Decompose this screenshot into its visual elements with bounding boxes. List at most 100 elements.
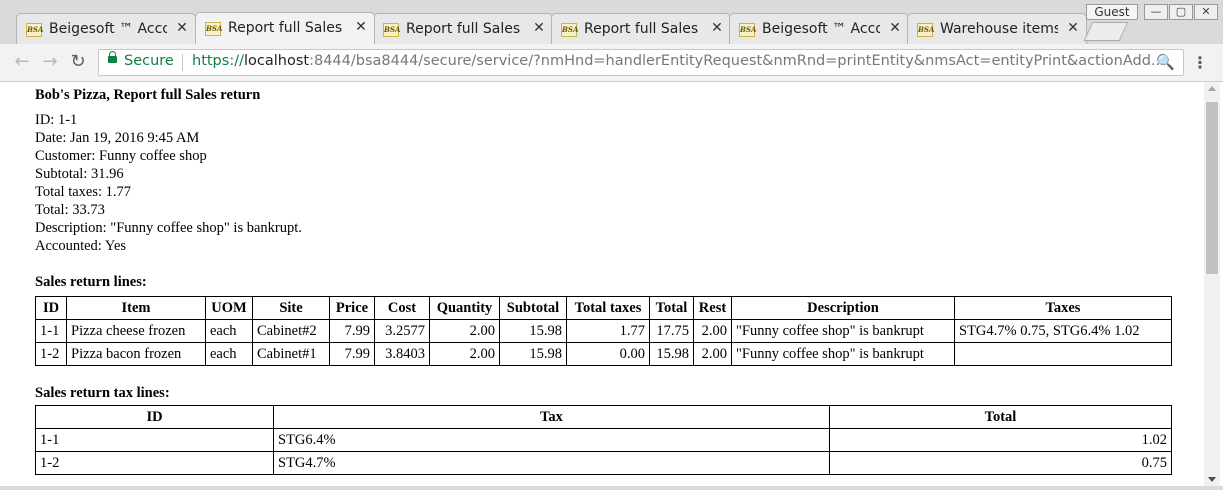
tab-title: Report full Sales invoice bbox=[406, 21, 524, 37]
column-header: Site bbox=[252, 296, 330, 320]
zoom-magnifier-icon[interactable]: 🔍 bbox=[1156, 53, 1175, 71]
maximize-icon[interactable]: ▢ bbox=[1169, 4, 1193, 20]
tab-beigesoft-accounting-1[interactable]: BSA Beigesoft ™ Accounting ✕ bbox=[16, 13, 196, 44]
field-total: Total: 33.73 bbox=[35, 202, 105, 218]
browser-menu-icon[interactable]: ⋮ bbox=[1192, 53, 1208, 73]
cell-cost: 3.2577 bbox=[374, 319, 430, 343]
close-tab-icon[interactable]: ✕ bbox=[710, 20, 724, 36]
cell-price: 7.99 bbox=[329, 342, 375, 366]
column-header: Taxes bbox=[954, 296, 1172, 320]
table-row: 1-2 STG4.7% 0.75 bbox=[35, 451, 1172, 475]
cell-id: 1-2 bbox=[35, 342, 67, 366]
page-content: Bob's Pizza, Report full Sales return ID… bbox=[0, 82, 1204, 486]
report-fields: ID: 1-1 Date: Jan 19, 2016 9:45 AM Custo… bbox=[35, 111, 1175, 255]
cell-taxes bbox=[954, 342, 1172, 366]
bsa-favicon-icon: BSA bbox=[739, 23, 756, 37]
url-text[interactable]: https://localhost:8444/bsa8444/secure/se… bbox=[192, 53, 1165, 69]
cell-total: 0.75 bbox=[829, 451, 1172, 475]
cell-id: 1-1 bbox=[35, 428, 274, 452]
cell-total: 15.98 bbox=[649, 342, 694, 366]
bsa-favicon-icon: BSA bbox=[383, 23, 400, 37]
vertical-scrollbar[interactable] bbox=[1204, 82, 1220, 486]
bsa-favicon-icon: BSA bbox=[205, 22, 222, 36]
cell-item: Pizza bacon frozen bbox=[66, 342, 206, 366]
field-date: Date: Jan 19, 2016 9:45 AM bbox=[35, 130, 200, 146]
table-row: 1-2 Pizza bacon frozen each Cabinet#1 7.… bbox=[35, 342, 1172, 366]
address-bar[interactable]: Secure https://localhost:8444/bsa8444/se… bbox=[98, 49, 1184, 76]
close-tab-icon[interactable]: ✕ bbox=[532, 20, 546, 36]
bsa-favicon-icon: BSA bbox=[917, 23, 934, 37]
secure-label: Secure bbox=[124, 53, 174, 69]
field-accounted: Accounted: Yes bbox=[35, 238, 127, 254]
cell-quantity: 2.00 bbox=[429, 342, 500, 366]
report-title: Bob's Pizza, Report full Sales return bbox=[35, 87, 261, 103]
close-tab-icon[interactable]: ✕ bbox=[1066, 20, 1080, 36]
column-header: ID bbox=[35, 296, 67, 320]
cell-uom: each bbox=[205, 342, 253, 366]
field-id: ID: 1-1 bbox=[35, 112, 78, 128]
column-header: Total bbox=[649, 296, 694, 320]
column-header: Price bbox=[329, 296, 375, 320]
minimize-icon[interactable]: — bbox=[1144, 4, 1168, 20]
table-header-row: ID Tax Total bbox=[35, 405, 1172, 429]
tab-title: Beigesoft ™ Accounting bbox=[762, 21, 880, 37]
table-header-row: ID Item UOM Site Price Cost Quantity Sub… bbox=[35, 296, 1172, 320]
cell-tax: STG4.7% bbox=[273, 451, 830, 475]
cell-site: Cabinet#1 bbox=[252, 342, 330, 366]
cell-rest: 2.00 bbox=[693, 342, 732, 366]
tab-title: Report full Sales return bbox=[228, 20, 346, 36]
close-tab-icon[interactable]: ✕ bbox=[354, 19, 368, 35]
url-path: :8444/bsa8444/secure/service/?nmHnd=hand… bbox=[309, 53, 1165, 69]
column-header: UOM bbox=[205, 296, 253, 320]
column-header: Tax bbox=[273, 405, 830, 429]
omnibox-divider bbox=[182, 54, 183, 71]
column-header: Cost bbox=[374, 296, 430, 320]
cell-subtotal: 15.98 bbox=[499, 319, 567, 343]
table-row: 1-1 Pizza cheese frozen each Cabinet#2 7… bbox=[35, 319, 1172, 343]
tab-beigesoft-accounting-2[interactable]: BSA Beigesoft ™ Accounting ✕ bbox=[729, 13, 909, 44]
column-header: Total taxes bbox=[566, 296, 650, 320]
back-arrow-icon[interactable]: ← bbox=[12, 52, 32, 72]
sales-return-tax-lines-table: ID Tax Total 1-1 STG6.4% 1.02 1-2 STG4.7… bbox=[35, 405, 1172, 475]
column-header: Rest bbox=[693, 296, 732, 320]
cell-id: 1-2 bbox=[35, 451, 274, 475]
tab-report-sales-invoice-1[interactable]: BSA Report full Sales invoice ✕ bbox=[373, 13, 553, 44]
close-tab-icon[interactable]: ✕ bbox=[888, 20, 902, 36]
tab-report-sales-invoice-2[interactable]: BSA Report full Sales invoice ✕ bbox=[551, 13, 731, 44]
close-window-icon[interactable]: ✕ bbox=[1194, 4, 1218, 20]
cell-site: Cabinet#2 bbox=[252, 319, 330, 343]
cell-total: 17.75 bbox=[649, 319, 694, 343]
reload-icon[interactable]: ↻ bbox=[68, 52, 88, 72]
cell-uom: each bbox=[205, 319, 253, 343]
cell-price: 7.99 bbox=[329, 319, 375, 343]
guest-profile-button[interactable]: Guest bbox=[1086, 4, 1138, 20]
cell-description: "Funny coffee shop" is bankrupt bbox=[731, 342, 955, 366]
url-scheme: https:// bbox=[192, 53, 244, 69]
lines-heading: Sales return lines: bbox=[35, 274, 147, 290]
window-bottom-frame bbox=[0, 486, 1223, 490]
bsa-favicon-icon: BSA bbox=[561, 23, 578, 37]
new-tab-button[interactable] bbox=[1083, 22, 1129, 41]
tab-strip: BSA Beigesoft ™ Accounting ✕ BSA Report … bbox=[0, 0, 1223, 45]
tab-title: Beigesoft ™ Accounting bbox=[49, 21, 167, 37]
cell-total-taxes: 0.00 bbox=[566, 342, 650, 366]
cell-cost: 3.8403 bbox=[374, 342, 430, 366]
tab-report-sales-return[interactable]: BSA Report full Sales return ✕ bbox=[195, 12, 375, 45]
cell-id: 1-1 bbox=[35, 319, 67, 343]
field-description: Description: "Funny coffee shop" is bank… bbox=[35, 220, 302, 236]
scrollbar-thumb[interactable] bbox=[1206, 102, 1218, 274]
tax-lines-heading: Sales return tax lines: bbox=[35, 385, 170, 401]
forward-arrow-icon[interactable]: → bbox=[40, 52, 60, 72]
bsa-favicon-icon: BSA bbox=[26, 23, 43, 37]
cell-item: Pizza cheese frozen bbox=[66, 319, 206, 343]
tab-warehouse-items[interactable]: BSA Warehouse items ✕ bbox=[907, 13, 1087, 44]
scroll-down-arrow-icon[interactable] bbox=[1208, 477, 1216, 482]
cell-rest: 2.00 bbox=[693, 319, 732, 343]
cell-taxes: STG4.7% 0.75, STG6.4% 1.02 bbox=[954, 319, 1172, 343]
cell-subtotal: 15.98 bbox=[499, 342, 567, 366]
cell-quantity: 2.00 bbox=[429, 319, 500, 343]
close-tab-icon[interactable]: ✕ bbox=[175, 20, 189, 36]
field-total-taxes: Total taxes: 1.77 bbox=[35, 184, 132, 200]
scroll-up-arrow-icon[interactable] bbox=[1208, 86, 1216, 91]
column-header: Total bbox=[829, 405, 1172, 429]
